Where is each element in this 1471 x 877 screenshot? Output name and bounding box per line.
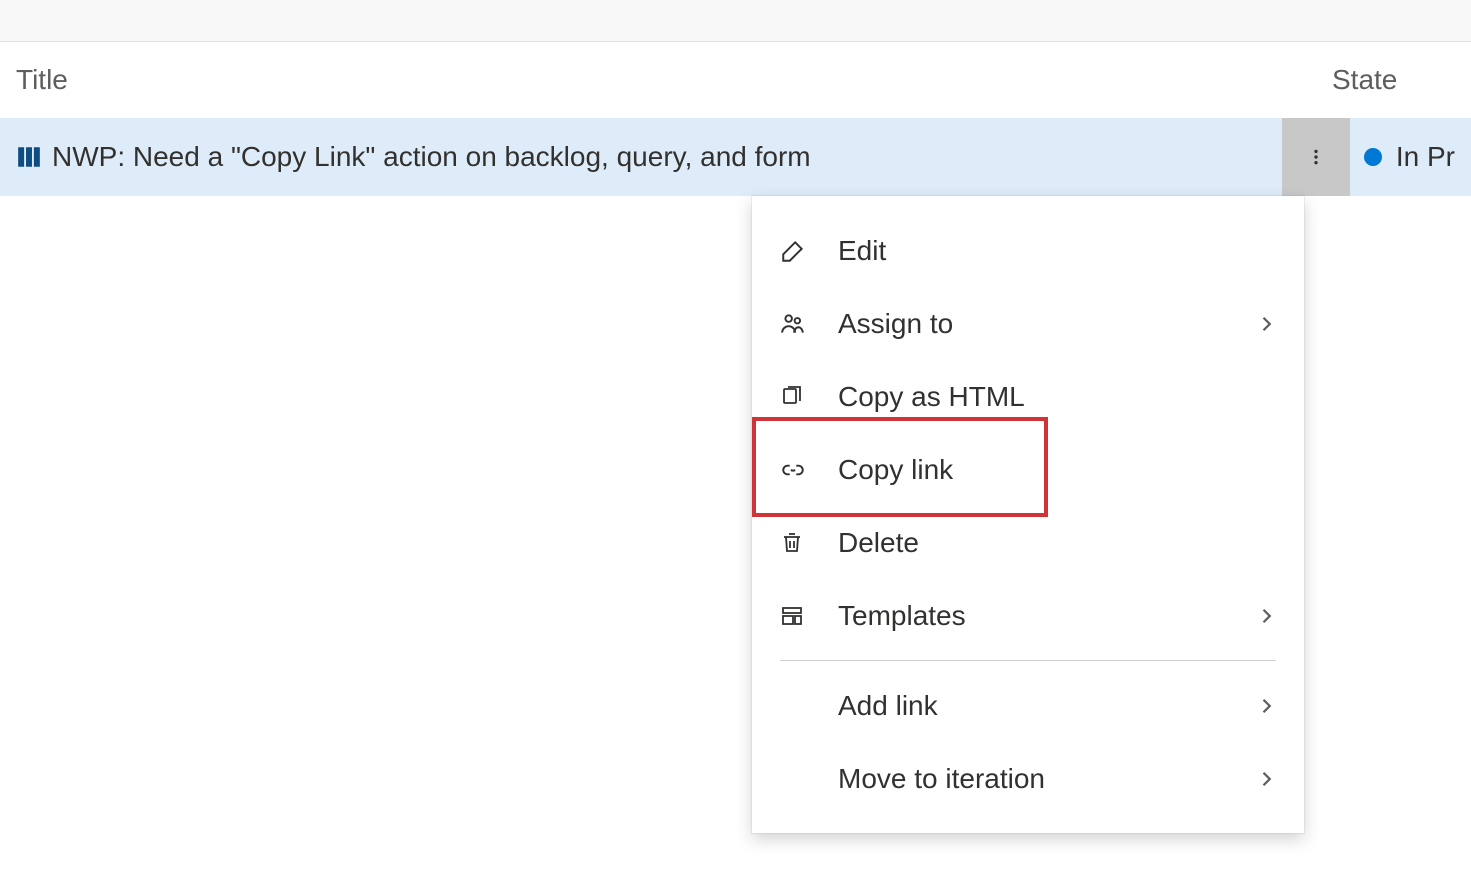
top-toolbar [0, 0, 1471, 42]
chevron-right-icon [1256, 696, 1276, 716]
trash-icon [780, 531, 838, 555]
menu-edit-label: Edit [838, 235, 1276, 267]
copy-icon [780, 385, 838, 409]
work-item-state: In Pr [1350, 141, 1455, 173]
menu-copy-as-html[interactable]: Copy as HTML [752, 360, 1304, 433]
menu-copy-as-html-label: Copy as HTML [838, 381, 1276, 413]
state-indicator-icon [1364, 148, 1382, 166]
state-label: In Pr [1396, 141, 1455, 173]
template-icon [780, 604, 838, 628]
menu-move-to-iteration-label: Move to iteration [838, 763, 1256, 795]
chevron-right-icon [1256, 314, 1276, 334]
column-state-header[interactable]: State [1228, 64, 1455, 96]
link-icon [780, 457, 838, 483]
work-item-row[interactable]: NWP: Need a "Copy Link" action on backlo… [0, 118, 1471, 196]
more-actions-button[interactable] [1282, 118, 1350, 196]
context-menu: Edit Assign to Copy as HTML [752, 196, 1304, 833]
menu-move-to-iteration[interactable]: Move to iteration [752, 742, 1304, 815]
menu-templates[interactable]: Templates [752, 579, 1304, 652]
menu-assign-to[interactable]: Assign to [752, 287, 1304, 360]
column-title-header[interactable]: Title [16, 64, 1228, 96]
chevron-right-icon [1256, 606, 1276, 626]
menu-copy-link[interactable]: Copy link [752, 433, 1304, 506]
menu-assign-to-label: Assign to [838, 308, 1256, 340]
menu-delete-label: Delete [838, 527, 1276, 559]
menu-copy-link-label: Copy link [838, 454, 1276, 486]
menu-delete[interactable]: Delete [752, 506, 1304, 579]
edit-icon [780, 238, 838, 264]
menu-templates-label: Templates [838, 600, 1256, 632]
column-headers: Title State [0, 42, 1471, 118]
work-item-type-icon [16, 144, 42, 170]
menu-divider [780, 660, 1276, 661]
menu-add-link-label: Add link [838, 690, 1256, 722]
work-item-title: NWP: Need a "Copy Link" action on backlo… [52, 141, 1282, 173]
chevron-right-icon [1256, 769, 1276, 789]
menu-edit[interactable]: Edit [752, 214, 1304, 287]
people-icon [780, 311, 838, 337]
menu-add-link[interactable]: Add link [752, 669, 1304, 742]
